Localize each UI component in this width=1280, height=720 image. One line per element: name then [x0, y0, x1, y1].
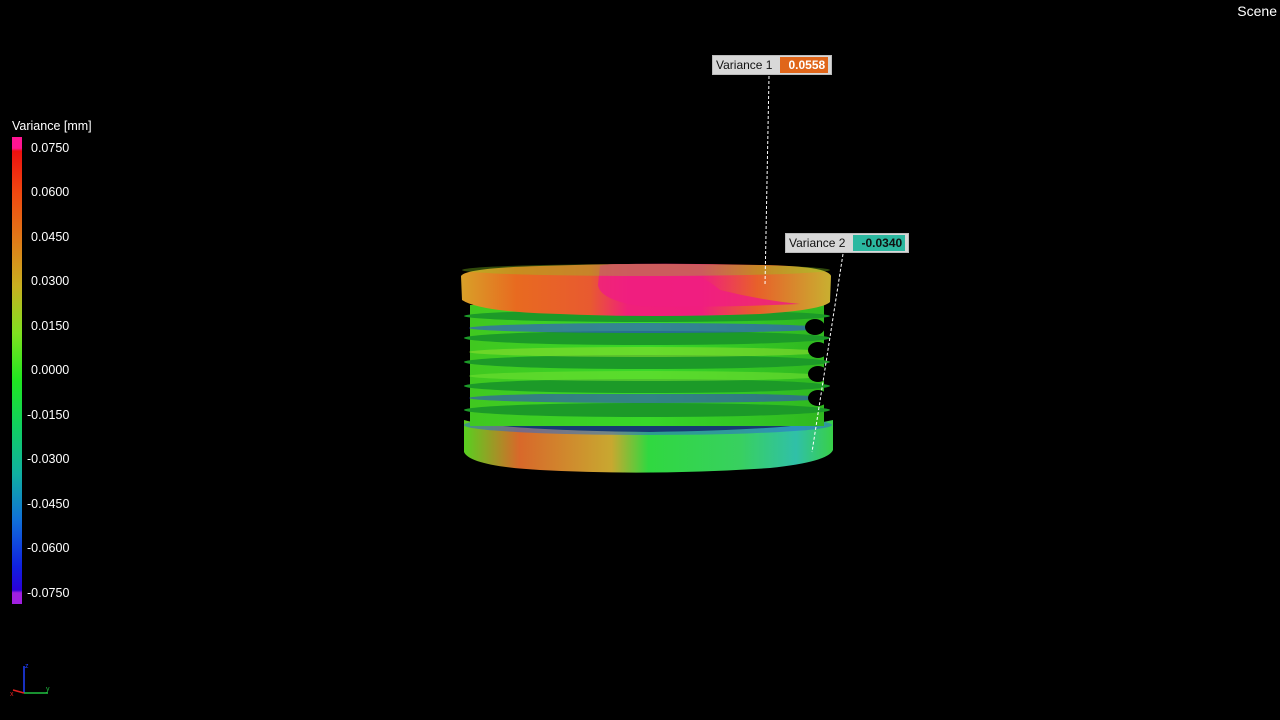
- callout-leaders: [764, 75, 844, 453]
- callout-label: Variance 2: [789, 236, 846, 250]
- variance-2-callout[interactable]: Variance 2 -0.0340: [785, 233, 910, 253]
- 3d-viewport[interactable]: Scene Variance [mm] 0.0750 0.0600 0.0450…: [0, 0, 1280, 720]
- svg-text:z: z: [25, 663, 29, 670]
- xyz-axis-triad-icon: z y x: [10, 663, 50, 698]
- callout-label: Variance 1: [716, 58, 773, 72]
- callout-value: -0.0340: [853, 235, 906, 251]
- callout-value: 0.0558: [780, 57, 829, 73]
- variance-1-callout[interactable]: Variance 1 0.0558: [712, 55, 833, 75]
- svg-text:y: y: [46, 686, 50, 693]
- svg-text:x: x: [10, 691, 14, 698]
